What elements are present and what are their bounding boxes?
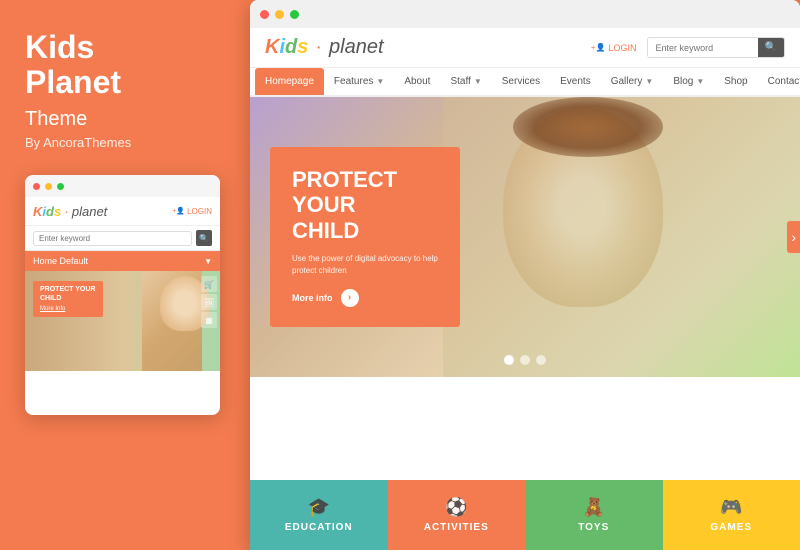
mobile-logo-dot: · (64, 203, 69, 219)
education-icon: 🎓 (308, 497, 330, 518)
category-card-activities[interactable]: ⚽ ACTIVITIES (388, 480, 526, 550)
slider-next-arrow[interactable]: › (787, 221, 800, 253)
slider-dots (504, 355, 546, 365)
browser-mockup: Kids · planet +👤 LOGIN 🔍 Homepage Featur… (250, 0, 800, 550)
games-icon: 🎮 (720, 497, 742, 518)
hero-child-photo (443, 97, 800, 377)
slider-dot-2[interactable] (520, 355, 530, 365)
category-cards: 🎓 EDUCATION ⚽ ACTIVITIES 🧸 TOYS 🎮 GAMES (250, 480, 800, 550)
slider-dot-3[interactable] (536, 355, 546, 365)
hero-more-info-text[interactable]: More info (292, 293, 333, 303)
mobile-logo-bar: Kids · planet +👤 LOGIN (25, 197, 220, 226)
mobile-nav-label: Home Default (33, 256, 88, 266)
hero-title: PROTECT YOURCHILD (292, 167, 438, 243)
nav-item-staff[interactable]: Staff ▼ (440, 68, 491, 95)
left-subtitle: Theme (25, 108, 220, 131)
mobile-search-button[interactable]: 🔍 (196, 230, 212, 246)
nav-item-gallery[interactable]: Gallery ▼ (601, 68, 664, 95)
browser-nav: Homepage Features ▼ About Staff ▼ Servic… (250, 68, 800, 97)
mobile-layout-icon[interactable]: ▦ (201, 312, 217, 328)
left-title: KidsPlanet (25, 30, 220, 100)
mobile-dot-yellow (45, 183, 52, 190)
nav-blog-arrow-icon: ▼ (696, 77, 704, 86)
browser-dot-green (290, 10, 299, 19)
nav-item-about[interactable]: About (394, 68, 440, 95)
mobile-mockup: Kids · planet +👤 LOGIN 🔍 Home Default ▼ (25, 175, 220, 415)
mobile-dot-green (57, 183, 64, 190)
nav-features-arrow-icon: ▼ (376, 77, 384, 86)
mobile-dot-red (33, 183, 40, 190)
browser-search-button[interactable]: 🔍 (758, 38, 784, 57)
hero-hair (513, 97, 663, 157)
nav-item-contacts[interactable]: Contacts (758, 68, 800, 95)
mobile-logo-planet: planet (72, 204, 107, 219)
hero-more-info-dot[interactable]: › (341, 289, 359, 307)
browser-dot-red (260, 10, 269, 19)
nav-item-blog[interactable]: Blog ▼ (663, 68, 714, 95)
left-panel: KidsPlanet Theme By AncoraThemes Kids · … (0, 0, 245, 550)
activities-icon: ⚽ (445, 497, 467, 518)
mobile-cart-icon[interactable]: 🛒 (201, 276, 217, 292)
nav-gallery-arrow-icon: ▼ (645, 77, 653, 86)
browser-search-input[interactable] (648, 39, 758, 57)
browser-search-icon: 🔍 (765, 42, 777, 53)
login-user-icon: +👤 (591, 43, 606, 52)
mobile-sidebar-icons: 🛒 🖼 ▦ (198, 271, 220, 371)
nav-item-shop[interactable]: Shop (714, 68, 757, 95)
header-right: +👤 LOGIN 🔍 (591, 37, 785, 58)
category-card-education[interactable]: 🎓 EDUCATION (250, 480, 388, 550)
site-logo-separator: · (315, 36, 322, 59)
mobile-logo: Kids · planet (33, 203, 107, 219)
slider-dot-1[interactable] (504, 355, 514, 365)
mobile-hero: PROTECT YOUR CHILD More Info 🛒 🖼 ▦ (25, 271, 220, 371)
nav-item-events[interactable]: Events (550, 68, 601, 95)
category-card-toys[interactable]: 🧸 TOYS (525, 480, 663, 550)
browser-dot-yellow (275, 10, 284, 19)
site-logo: Kids · planet (265, 36, 384, 59)
hero-description: Use the power of digital advocacy to hel… (292, 253, 438, 277)
login-text: LOGIN (609, 43, 637, 53)
hero-overlay-card: PROTECT YOURCHILD Use the power of digit… (270, 147, 460, 327)
nav-item-homepage[interactable]: Homepage (255, 68, 324, 95)
toys-icon: 🧸 (583, 497, 605, 518)
hero-more-info-arrow-icon: › (348, 292, 351, 303)
mobile-logo-kids: Kids (33, 204, 61, 219)
search-box: 🔍 (647, 37, 785, 58)
nav-item-features[interactable]: Features ▼ (324, 68, 394, 95)
education-label: EDUCATION (285, 522, 353, 533)
browser-hero: PROTECT YOURCHILD Use the power of digit… (250, 97, 800, 377)
games-label: GAMES (710, 522, 752, 533)
nav-item-services[interactable]: Services (492, 68, 550, 95)
browser-top-bar (250, 0, 800, 28)
nav-staff-arrow-icon: ▼ (474, 77, 482, 86)
login-link[interactable]: +👤 LOGIN (591, 43, 637, 53)
mobile-more-info-link[interactable]: More Info (40, 306, 96, 312)
hero-more-info: More info › (292, 289, 438, 307)
activities-label: ACTIVITIES (424, 522, 489, 533)
category-card-games[interactable]: 🎮 GAMES (663, 480, 800, 550)
mobile-top-bar (25, 175, 220, 197)
hero-background: PROTECT YOURCHILD Use the power of digit… (250, 97, 800, 377)
mobile-hero-overlay: PROTECT YOUR CHILD More Info (33, 281, 103, 317)
mobile-search-bar: 🔍 (25, 226, 220, 251)
mobile-search-icon: 🔍 (199, 234, 209, 243)
toys-label: TOYS (578, 522, 609, 533)
mobile-nav-arrow-icon: ▼ (204, 257, 212, 266)
site-logo-planet: planet (329, 36, 384, 59)
mobile-nav[interactable]: Home Default ▼ (25, 251, 220, 271)
mobile-login[interactable]: +👤 LOGIN (172, 207, 212, 216)
site-logo-kids: Kids (265, 36, 308, 59)
mobile-search-input[interactable] (33, 231, 192, 246)
left-byline: By AncoraThemes (25, 135, 220, 150)
browser-header: Kids · planet +👤 LOGIN 🔍 (250, 28, 800, 68)
mobile-image-icon[interactable]: 🖼 (201, 294, 217, 310)
mobile-hero-title: PROTECT YOUR CHILD (40, 286, 96, 303)
